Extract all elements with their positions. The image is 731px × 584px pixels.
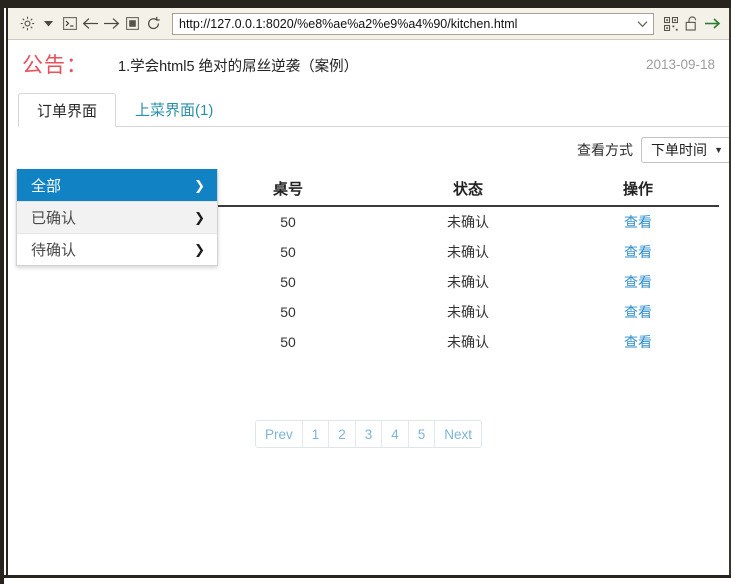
announcement-label: 公告： bbox=[22, 54, 88, 77]
menu-item-confirmed[interactable]: 已确认 ❯ bbox=[17, 201, 217, 233]
pagination-page-1[interactable]: 1 bbox=[303, 421, 330, 447]
announcement-bar: 公告： 1.学会html5 绝对的屌丝逆袭（案例） 2013-09-18 bbox=[8, 41, 729, 90]
cell-status: 未确认 bbox=[447, 244, 489, 260]
url-text[interactable]: http://127.0.0.1:8020/%e8%ae%a2%e9%a4%90… bbox=[173, 17, 631, 31]
browser-window: http://127.0.0.1:8020/%e8%ae%a2%e9%a4%90… bbox=[0, 0, 731, 584]
console-icon[interactable] bbox=[59, 11, 80, 37]
cell-table-no: 50 bbox=[280, 244, 296, 260]
caret-down-icon[interactable] bbox=[38, 11, 59, 37]
cell-action[interactable]: 查看 bbox=[558, 332, 718, 352]
go-arrow-icon[interactable] bbox=[702, 11, 723, 37]
pagination: Prev 1 2 3 4 5 Next bbox=[18, 420, 719, 448]
menu-item-label: 已确认 bbox=[31, 210, 77, 227]
browser-toolbar: http://127.0.0.1:8020/%e8%ae%a2%e9%a4%90… bbox=[8, 8, 729, 40]
chevron-down-icon[interactable] bbox=[631, 14, 653, 34]
caret-down-icon: ▼ bbox=[714, 144, 723, 155]
pagination-page-3[interactable]: 3 bbox=[356, 421, 383, 447]
cell-status: 未确认 bbox=[447, 214, 489, 230]
window-frame-bottom bbox=[4, 575, 731, 578]
pagination-page-4[interactable]: 4 bbox=[382, 421, 409, 447]
view-link[interactable]: 查看 bbox=[624, 214, 652, 230]
filter-dropdown-menu: 全部 ❯ 已确认 ❯ 待确认 ❯ bbox=[16, 169, 218, 266]
tab-order-screen[interactable]: 订单界面 bbox=[18, 93, 117, 127]
cell-action[interactable]: 查看 bbox=[558, 272, 718, 292]
back-arrow-icon[interactable] bbox=[80, 11, 101, 37]
menu-item-all[interactable]: 全部 ❯ bbox=[17, 169, 217, 201]
view-mode-select[interactable]: 下单时间 ▼ bbox=[641, 137, 729, 163]
cell-action[interactable]: 查看 bbox=[558, 212, 718, 232]
cell-action[interactable]: 查看 bbox=[558, 302, 718, 322]
pagination-page-5[interactable]: 5 bbox=[409, 421, 436, 447]
cell-table-no: 50 bbox=[280, 214, 296, 230]
chevron-right-icon: ❯ bbox=[194, 210, 205, 225]
padlock-open-icon[interactable] bbox=[681, 11, 702, 37]
table-row: 50 未确认 查看 bbox=[18, 327, 719, 357]
cell-status: 未确认 bbox=[447, 274, 489, 290]
announcement-text: 1.学会html5 绝对的屌丝逆袭（案例） bbox=[118, 59, 359, 75]
window-frame-top bbox=[0, 0, 731, 8]
forward-arrow-icon[interactable] bbox=[101, 11, 122, 37]
chevron-right-icon: ❯ bbox=[194, 242, 205, 257]
tab-serving-screen[interactable]: 上菜界面(1) bbox=[116, 92, 232, 126]
table-row: 50 未确认 查看 bbox=[18, 267, 719, 297]
qrcode-icon[interactable] bbox=[660, 11, 681, 37]
stop-icon[interactable] bbox=[122, 11, 143, 37]
page-content: 公告： 1.学会html5 绝对的屌丝逆袭（案例） 2013-09-18 订单界… bbox=[8, 41, 729, 575]
view-link[interactable]: 查看 bbox=[624, 304, 652, 320]
window-frame-left bbox=[0, 0, 4, 584]
tab-bar: 订单界面 上菜界面(1) bbox=[18, 92, 729, 127]
cell-status: 未确认 bbox=[447, 304, 489, 320]
cell-table-no: 50 bbox=[280, 274, 296, 290]
pagination-prev[interactable]: Prev bbox=[256, 421, 303, 447]
announcement-date: 2013-09-18 bbox=[645, 57, 715, 72]
table-row: 50 未确认 查看 bbox=[18, 297, 719, 327]
column-header-table: 桌号 bbox=[272, 180, 303, 198]
view-mode-value: 下单时间 bbox=[651, 142, 707, 158]
pagination-group: Prev 1 2 3 4 5 Next bbox=[254, 420, 483, 448]
chevron-right-icon: ❯ bbox=[194, 177, 205, 193]
view-mode-control: 查看方式 下单时间 ▼ bbox=[577, 137, 729, 163]
pagination-page-2[interactable]: 2 bbox=[329, 421, 356, 447]
cell-action[interactable]: 查看 bbox=[558, 242, 718, 262]
view-link[interactable]: 查看 bbox=[624, 274, 652, 290]
column-header-action: 操作 bbox=[622, 180, 653, 198]
cell-status: 未确认 bbox=[447, 334, 489, 350]
view-link[interactable]: 查看 bbox=[624, 334, 652, 350]
reload-icon[interactable] bbox=[143, 11, 164, 37]
cell-table-no: 50 bbox=[280, 334, 296, 350]
gear-icon[interactable] bbox=[17, 11, 38, 37]
view-mode-label: 查看方式 bbox=[577, 142, 633, 158]
cell-table-no: 50 bbox=[280, 304, 296, 320]
menu-item-label: 待确认 bbox=[31, 242, 77, 259]
menu-item-label: 全部 bbox=[31, 177, 62, 195]
menu-item-pending[interactable]: 待确认 ❯ bbox=[17, 233, 217, 265]
pagination-next[interactable]: Next bbox=[435, 421, 481, 447]
view-link[interactable]: 查看 bbox=[624, 244, 652, 260]
column-header-status: 状态 bbox=[452, 180, 483, 198]
url-bar[interactable]: http://127.0.0.1:8020/%e8%ae%a2%e9%a4%90… bbox=[172, 12, 654, 35]
